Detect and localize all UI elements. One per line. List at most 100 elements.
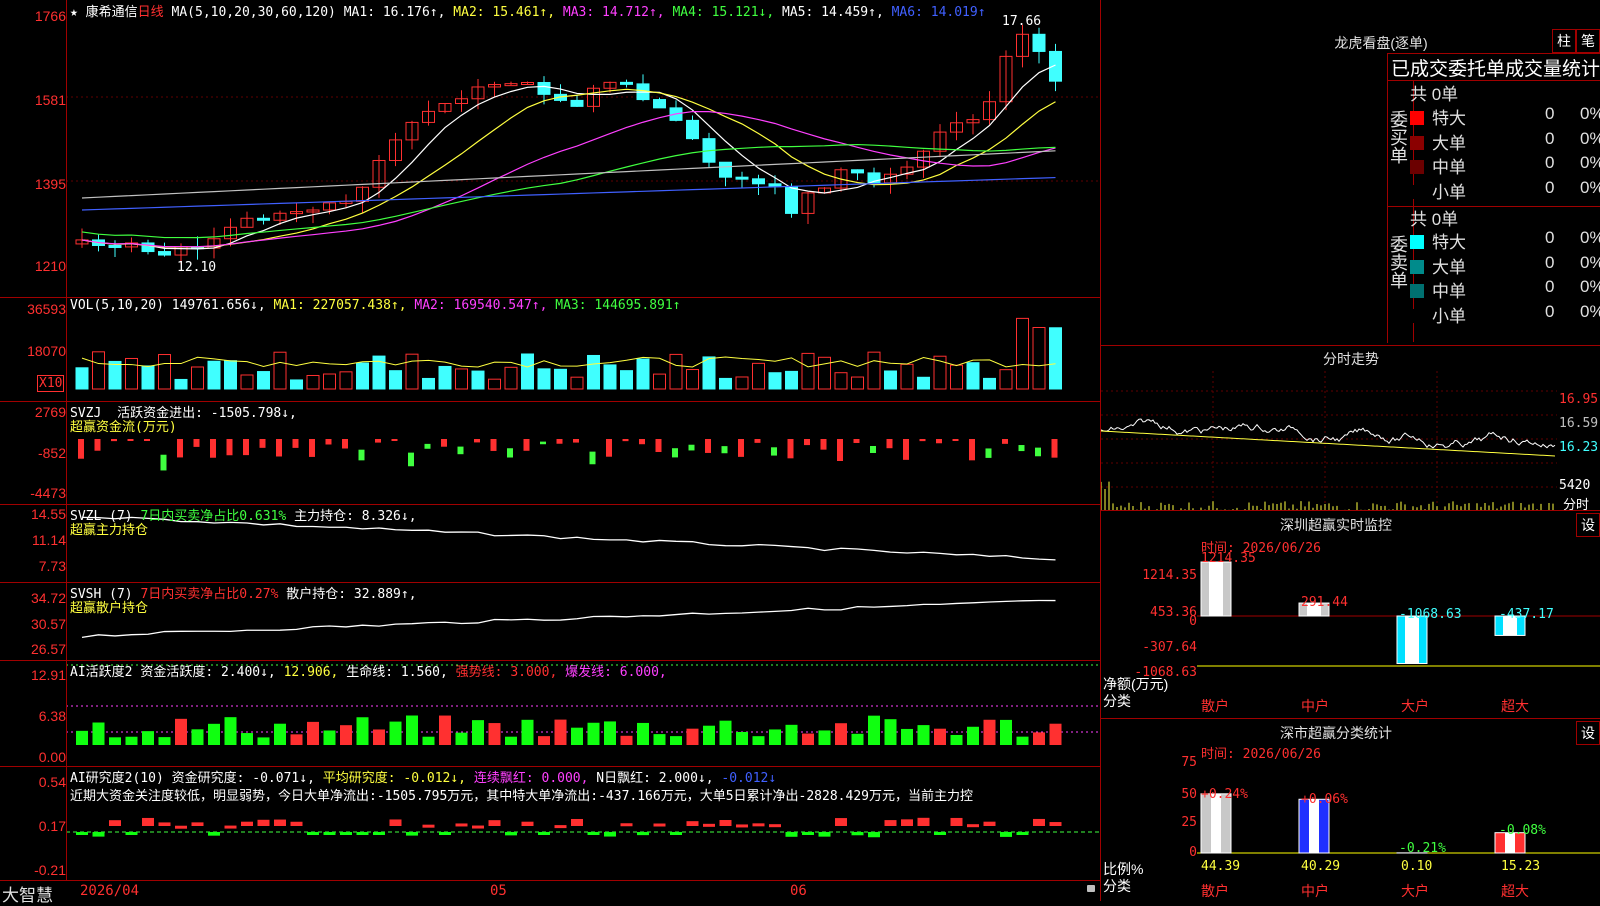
flow-bar [738,439,744,457]
research-bar [885,820,897,826]
star-icon[interactable]: ★ [70,5,78,20]
research-bar [423,825,435,828]
research-bar [522,822,534,826]
activity-bar [1050,724,1062,745]
row-name: 中单 [1432,158,1466,177]
row-pct: 0% [1580,104,1600,124]
sell-row[interactable]: 小单00% [1410,302,1600,326]
research-bar [208,832,220,836]
buy-row[interactable]: 特大00% [1410,104,1600,128]
sz1-val: -1068.63 [1399,607,1462,622]
activity-bar [291,734,303,745]
axis-label: 0.17 [0,818,66,834]
sz-stats-panel[interactable]: 深市超赢分类统计 设 时间: 2026/06/26 75 50 25 0 比例%… [1100,718,1600,901]
sell-row[interactable]: 大单00% [1410,253,1600,277]
date-bar[interactable]: 大智慧 2026/04 05 06 [0,880,1100,901]
row-name: 特大 [1432,233,1466,252]
flow-bar [771,447,777,455]
bar-view-button[interactable]: 柱 [1552,29,1576,53]
ai-research-panel[interactable]: 0.54 0.17 -0.21 AI研究度2(10) 资金研究度: -0.071… [0,766,1100,881]
candle-body [720,162,732,177]
axis-label: 1395 [0,176,66,192]
row-value: 0 [1545,104,1554,124]
kline-chart[interactable] [0,0,1100,297]
axis-label: 11.14 [0,532,66,548]
flow-bar [722,446,728,453]
flow-bar [524,439,530,451]
axis-label: 6.38 [0,708,66,724]
tick-view-button[interactable]: 笔 [1576,29,1600,53]
activity-bar [555,720,567,745]
activity-bar [1017,737,1029,745]
volume-bar [1050,328,1062,389]
hold-line [82,601,1056,638]
flow-bar [408,453,414,467]
ai2-title: AI研究度2(10) [70,771,164,786]
research-bar [769,824,781,827]
flow-bar [359,450,365,461]
ai-activity-panel[interactable]: 12.91 6.38 0.00 AI活跃度2 资金活跃度: 2.400↓, 12… [0,660,1100,767]
flow-bar [458,447,464,455]
candle-body [1033,34,1045,51]
svsh-panel[interactable]: 34.72 30.57 26.57 SVSH (7) 7日内买卖净占比0.27%… [0,582,1100,661]
flow-bar [78,439,84,459]
flow-bar [375,439,381,443]
ma3-value: MA3: 14.712↑, [563,5,665,20]
period-label[interactable]: 日线 [138,5,164,20]
activity-bar [109,737,121,745]
volume-bar [258,372,270,389]
lock-icon[interactable] [1087,885,1095,892]
sz2-val: 0.10 [1401,859,1432,874]
flow-bar [425,444,431,449]
activity-bar [258,737,270,745]
flow-bar [689,445,695,451]
activity-bar [588,723,600,745]
ma6-value: MA6: 14.019↑ [892,5,986,20]
research-bar [835,818,847,826]
activity-bar [604,721,616,745]
sell-row[interactable]: 中单00% [1410,277,1600,301]
svzj-panel[interactable]: 2769 -852 -4473 SVZJ 活跃资金进出: -1505.798↓,… [0,401,1100,505]
volume-bar [175,379,187,389]
intraday-panel[interactable]: 分时走势 16.95 16.59 16.23 5420 分时 [1100,345,1600,511]
pct-bar-highlight [1211,794,1221,853]
research-bar [175,826,187,829]
intraday-axis: 16.59 [1559,416,1598,431]
buy-row[interactable]: 中单00% [1410,153,1600,177]
intraday-chart[interactable] [1101,371,1600,511]
activity-bar [885,719,897,745]
flow-bar [606,439,612,457]
volume-panel[interactable]: 36593 18070 X10 VOL(5,10,20) 149761.656↓… [0,297,1100,402]
research-bar [291,822,303,826]
activity-bar [967,727,979,745]
ma2-line [82,89,1056,247]
activity-bar [934,729,946,745]
flow-bar [755,439,761,443]
svsh-sub: 超赢散户持仓 [70,597,148,616]
activity-bar [93,723,105,745]
flow-bar [1035,448,1041,457]
month-06: 06 [790,883,807,899]
buy-row[interactable]: 大单00% [1410,129,1600,153]
svzl-panel[interactable]: 14.55 11.14 7.73 SVZL (7) 7日内买卖净占比0.631%… [0,504,1100,583]
row-name: 大单 [1432,258,1466,277]
research-bar [1033,819,1045,826]
activity-bar [802,734,814,745]
candle-body [753,179,765,184]
sell-row[interactable]: 特大00% [1410,228,1600,252]
activity-bar [538,736,550,745]
sz-monitor-panel[interactable]: 深圳超赢实时监控 设 时间: 2026/06/26 1214.35 453.36… [1100,510,1600,719]
kline-panel[interactable]: 1766 1581 1395 1210 ★ 康希通信日线 MA(5,10,20,… [0,0,1100,298]
ai1-d: 强势线: 3.000, [456,665,558,680]
volume-bar [901,364,913,389]
legend-square [1410,185,1424,199]
flow-bar [1052,439,1058,458]
row-value: 0 [1545,129,1554,149]
volume-bar [654,374,666,389]
ai2-a: 资金研究度: -0.071↓, [172,771,315,786]
axis-label: 7.73 [0,558,66,574]
candle-body [736,177,748,179]
research-bar [637,832,649,835]
brand-logo[interactable]: 大智慧 [2,881,53,906]
buy-row[interactable]: 小单00% [1410,178,1600,202]
